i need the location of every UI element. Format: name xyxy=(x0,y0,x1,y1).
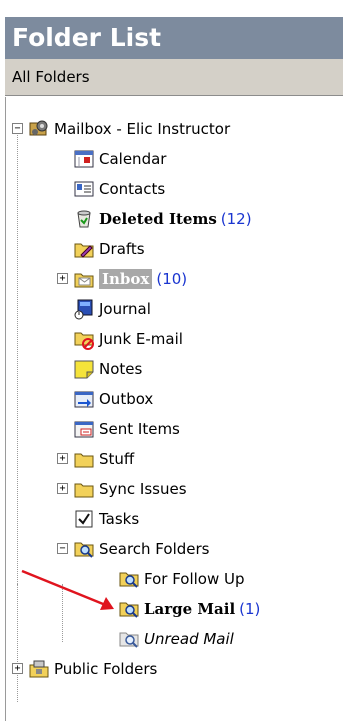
unread-count-badge: (1) xyxy=(239,600,261,618)
tree-item-unread-mail[interactable]: Unread Mail xyxy=(118,624,234,654)
tree-line xyxy=(17,584,18,702)
junk-folder-icon xyxy=(73,328,95,350)
search-folder-icon xyxy=(118,628,140,650)
tree-item-public-folders[interactable]: Public Folders xyxy=(28,654,157,684)
tree-item-search-folders[interactable]: Search Folders xyxy=(73,534,209,564)
tree-item-calendar[interactable]: Calendar xyxy=(73,144,166,174)
journal-icon xyxy=(73,298,95,320)
tree-item-sent-items[interactable]: Sent Items xyxy=(73,414,180,444)
tree-item-label: Inbox xyxy=(99,269,153,289)
tree-item-label: For Follow Up xyxy=(144,570,245,588)
trash-icon xyxy=(73,208,95,230)
tree-item-junk-email[interactable]: Junk E-mail xyxy=(73,324,183,354)
tree-item-label: Large Mail xyxy=(144,600,236,618)
tree-item-label: Mailbox - Elic Instructor xyxy=(54,120,231,138)
tree-item-label: Search Folders xyxy=(99,540,210,558)
tree-item-mailbox[interactable]: Mailbox - Elic Instructor xyxy=(28,114,230,144)
public-folders-icon xyxy=(28,658,50,680)
tree-item-inbox[interactable]: Inbox (10) xyxy=(73,264,187,294)
tree-item-drafts[interactable]: Drafts xyxy=(73,234,145,264)
folder-icon xyxy=(73,448,95,470)
stuff-expand-toggle[interactable]: + xyxy=(57,453,68,464)
tree-item-sync-issues[interactable]: Sync Issues xyxy=(73,474,187,504)
tree-item-tasks[interactable]: Tasks xyxy=(73,504,139,534)
notes-icon xyxy=(73,358,95,380)
calendar-icon xyxy=(73,148,95,170)
tree-item-for-follow-up[interactable]: For Follow Up xyxy=(118,564,245,594)
tree-item-label: Journal xyxy=(99,300,151,318)
tree-item-label: Contacts xyxy=(99,180,166,198)
tree-item-label: Notes xyxy=(99,360,143,378)
tree-item-large-mail[interactable]: Large Mail (1) xyxy=(118,594,260,624)
all-folders-dropdown[interactable]: All Folders xyxy=(5,59,343,96)
tree-item-outbox[interactable]: Outbox xyxy=(73,384,153,414)
tree-item-label: Calendar xyxy=(99,150,167,168)
sync-issues-expand-toggle[interactable]: + xyxy=(57,483,68,494)
drafts-folder-icon xyxy=(73,238,95,260)
contacts-icon xyxy=(73,178,95,200)
mailbox-collapse-toggle[interactable]: − xyxy=(12,123,23,134)
tree-item-contacts[interactable]: Contacts xyxy=(73,174,165,204)
folder-tree: − Mailbox - Elic Instructor Calendar Con… xyxy=(5,97,343,721)
search-folder-icon xyxy=(118,598,140,620)
tree-item-label: Public Folders xyxy=(54,660,158,678)
tree-item-label: Outbox xyxy=(99,390,154,408)
inbox-expand-toggle[interactable]: + xyxy=(57,273,68,284)
search-folder-icon xyxy=(118,568,140,590)
tree-line xyxy=(62,584,63,642)
tree-item-stuff[interactable]: Stuff xyxy=(73,444,134,474)
search-folders-collapse-toggle[interactable]: − xyxy=(57,543,68,554)
inbox-folder-icon xyxy=(73,268,95,290)
tree-item-label: Sync Issues xyxy=(99,480,187,498)
tree-item-label: Drafts xyxy=(99,240,145,258)
sent-items-icon xyxy=(73,418,95,440)
search-folder-icon xyxy=(73,538,95,560)
tree-item-label: Stuff xyxy=(99,450,135,468)
tree-item-label: Unread Mail xyxy=(144,630,234,648)
pane-title: Folder List xyxy=(5,17,343,59)
tree-item-label: Deleted Items xyxy=(99,210,217,228)
public-folders-expand-toggle[interactable]: + xyxy=(12,663,23,674)
tree-item-deleted-items[interactable]: Deleted Items (12) xyxy=(73,204,252,234)
folder-list-panel: Folder List All Folders − Mailbox - Elic… xyxy=(0,0,343,721)
tree-item-label: Sent Items xyxy=(99,420,180,438)
unread-count-badge: (12) xyxy=(220,210,252,228)
mailbox-icon xyxy=(28,118,50,140)
outbox-folder-icon xyxy=(73,388,95,410)
folder-icon xyxy=(73,478,95,500)
tree-item-label: Junk E-mail xyxy=(99,330,183,348)
tree-item-label: Tasks xyxy=(99,510,140,528)
tree-line xyxy=(17,127,18,600)
tree-item-notes[interactable]: Notes xyxy=(73,354,142,384)
unread-count-badge: (10) xyxy=(156,270,188,288)
tree-item-journal[interactable]: Journal xyxy=(73,294,151,324)
tasks-checkbox-icon xyxy=(73,508,95,530)
